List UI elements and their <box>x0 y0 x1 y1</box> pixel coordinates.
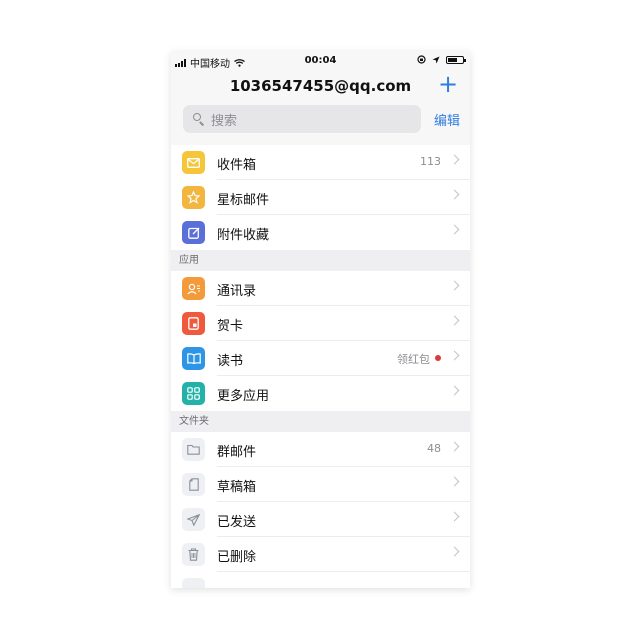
item-label: 草稿箱 <box>217 480 257 495</box>
card-icon <box>182 312 205 335</box>
star-icon <box>182 186 205 209</box>
item-label: 更多应用 <box>217 389 270 404</box>
chevron-right-icon <box>449 546 460 557</box>
item-label: 已删除 <box>217 550 257 565</box>
list-item-drafts[interactable]: 草稿箱 <box>171 467 470 502</box>
contacts-icon <box>182 277 205 300</box>
chevron-right-icon <box>449 476 460 487</box>
item-label: 读书 <box>217 354 244 369</box>
list-item-starred[interactable]: 星标邮件 <box>171 180 470 215</box>
chevron-right-icon <box>449 224 460 235</box>
chevron-right-icon <box>449 511 460 522</box>
envelope-icon <box>182 151 205 174</box>
search-icon <box>193 113 205 125</box>
book-icon <box>182 347 205 370</box>
notification-dot <box>435 355 441 361</box>
folder-icon <box>182 438 205 461</box>
draft-icon <box>182 473 205 496</box>
item-label: 群邮件 <box>217 445 257 460</box>
section-header-apps: 应用 <box>171 250 470 271</box>
chevron-right-icon <box>449 385 460 396</box>
trash-icon <box>182 543 205 566</box>
red-packet-badge: 领红包 <box>397 353 430 366</box>
item-label: 已发送 <box>217 515 257 530</box>
status-right <box>417 55 466 64</box>
location-icon <box>432 56 440 63</box>
chevron-right-icon <box>449 280 460 291</box>
chevron-right-icon <box>449 154 460 165</box>
item-count: 113 <box>420 155 441 168</box>
attachment-icon <box>182 221 205 244</box>
edit-button[interactable]: 编辑 <box>434 110 460 129</box>
battery-icon <box>446 55 466 64</box>
item-label: 通讯录 <box>217 284 257 299</box>
list-item-more-apps[interactable]: 更多应用 <box>171 376 470 411</box>
chevron-right-icon <box>449 350 460 361</box>
orientation-lock-icon <box>417 55 426 64</box>
chevron-right-icon <box>449 189 460 200</box>
top-bar: 中国移动 00:04 1036547455@qq.com + 搜索 编辑 <box>171 51 470 145</box>
item-label: 星标邮件 <box>217 193 270 208</box>
list-item-group-mail[interactable]: 群邮件 48 <box>171 432 470 467</box>
folder-icon <box>182 578 205 588</box>
grid-icon <box>182 382 205 405</box>
list-item-contacts[interactable]: 通讯录 <box>171 271 470 306</box>
chevron-right-icon <box>449 441 460 452</box>
list-item-cards[interactable]: 贺卡 <box>171 306 470 341</box>
section-header-folders: 文件夹 <box>171 411 470 432</box>
list-item-inbox[interactable]: 收件箱 113 <box>171 145 470 180</box>
list-item-partial[interactable] <box>171 572 470 588</box>
send-icon <box>182 508 205 531</box>
phone-screen: 中国移动 00:04 1036547455@qq.com + 搜索 编辑 收件箱… <box>171 51 470 588</box>
mail-list: 收件箱 113 星标邮件 附件收藏 应用 通讯录 贺卡 读书 领红包 更多应用 … <box>171 145 470 588</box>
chevron-right-icon <box>449 315 460 326</box>
item-count: 48 <box>427 442 441 455</box>
list-item-attachments[interactable]: 附件收藏 <box>171 215 470 250</box>
item-label: 收件箱 <box>217 158 257 173</box>
search-bar[interactable]: 搜索 <box>183 105 421 133</box>
list-item-sent[interactable]: 已发送 <box>171 502 470 537</box>
list-item-deleted[interactable]: 已删除 <box>171 537 470 572</box>
item-label: 附件收藏 <box>217 228 270 243</box>
list-item-reading[interactable]: 读书 领红包 <box>171 341 470 376</box>
item-label: 贺卡 <box>217 319 244 334</box>
account-title: 1036547455@qq.com <box>229 77 412 95</box>
status-bar: 中国移动 00:04 <box>171 51 470 71</box>
search-placeholder: 搜索 <box>211 113 238 129</box>
add-button[interactable]: + <box>436 72 460 96</box>
